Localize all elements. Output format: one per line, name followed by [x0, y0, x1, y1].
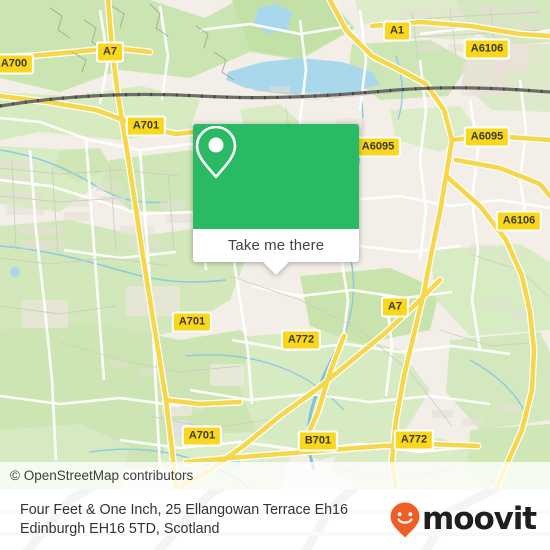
road-shield-a772: A772	[393, 429, 435, 451]
popup-cta-area[interactable]: Take me there	[193, 229, 359, 275]
road-shield-a700: A700	[0, 53, 35, 75]
map-pin-icon	[195, 125, 237, 179]
road-shield-a6095: A6095	[354, 136, 402, 158]
road-shield-a6106: A6106	[463, 38, 511, 60]
moovit-wordmark: moovit	[422, 501, 537, 537]
address-line-2: Edinburgh EH16 5TD, Scotland	[20, 520, 220, 537]
road-shield-b701: B701	[297, 430, 339, 452]
screenshot-root: A700 A7 A701 A1 A6106 A6095 A6095 A6106 A7 A701 A7…	[0, 0, 550, 550]
osm-attribution[interactable]: © OpenStreetMap contributors	[0, 462, 550, 489]
address-line-1: Four Feet & One Inch, 25 Ellangowan Terr…	[20, 501, 348, 518]
map-canvas[interactable]: A700 A7 A701 A1 A6106 A6095 A6095 A6106 A7 A701 A7…	[0, 0, 550, 489]
moovit-pin-icon	[390, 502, 420, 537]
road-shield-a7: A7	[95, 41, 125, 63]
road-shield-a6106: A6106	[495, 210, 543, 232]
location-popup-card[interactable]: Take me there	[193, 124, 359, 275]
road-shield-a701: A701	[181, 425, 223, 447]
address-block: Four Feet & One Inch, 25 Ellangowan Terr…	[20, 501, 348, 539]
road-shield-a772: A772	[280, 329, 322, 351]
road-shield-a6095: A6095	[463, 126, 511, 148]
road-shield-a1: A1	[382, 20, 412, 42]
road-shield-a701: A701	[171, 311, 213, 333]
footer-content: Four Feet & One Inch, 25 Ellangowan Terr…	[0, 489, 550, 550]
popup-icon-area	[193, 124, 359, 229]
take-me-there-label: Take me there	[227, 237, 325, 254]
popup-pointer	[263, 262, 289, 275]
moovit-logo[interactable]: moovit	[390, 501, 537, 538]
road-shield-a7: A7	[380, 296, 410, 318]
footer-bar: Four Feet & One Inch, 25 Ellangowan Terr…	[0, 489, 550, 550]
road-shield-a701: A701	[125, 115, 167, 137]
